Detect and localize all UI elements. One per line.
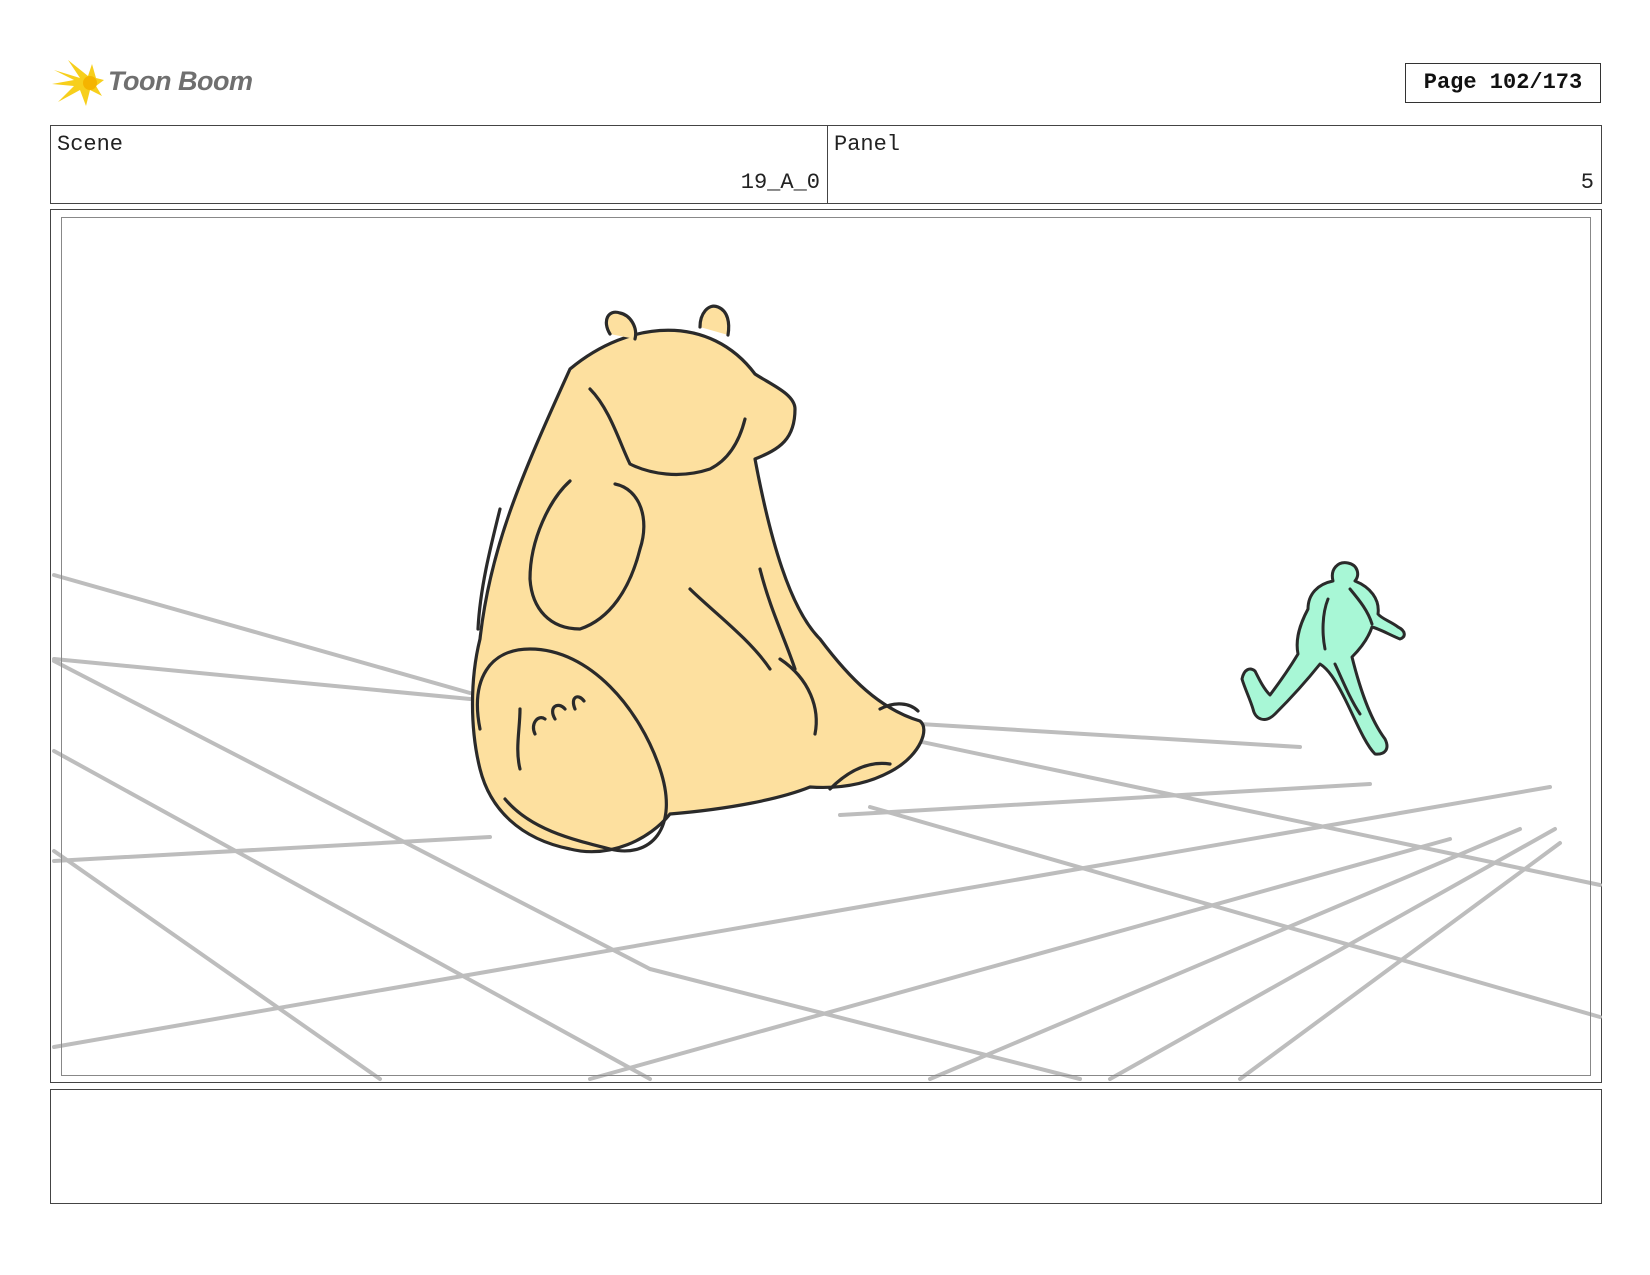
panel-label: Panel xyxy=(834,132,901,157)
scene-label: Scene xyxy=(57,132,124,157)
page-number: Page 102/173 xyxy=(1405,63,1601,103)
notes-box xyxy=(50,1089,1602,1204)
drawing-safe-area xyxy=(61,217,1591,1076)
scene-cell: Scene 19_A_0 xyxy=(51,126,828,203)
sparkle-logo-icon xyxy=(52,60,104,106)
toon-boom-logo: Toon Boom xyxy=(52,56,262,112)
scene-panel-info: Scene 19_A_0 Panel 5 xyxy=(50,125,1602,204)
logo-wordmark: Toon Boom xyxy=(108,66,253,96)
panel-cell: Panel 5 xyxy=(828,126,1601,203)
panel-value: 5 xyxy=(1580,170,1594,195)
scene-value: 19_A_0 xyxy=(740,170,820,195)
